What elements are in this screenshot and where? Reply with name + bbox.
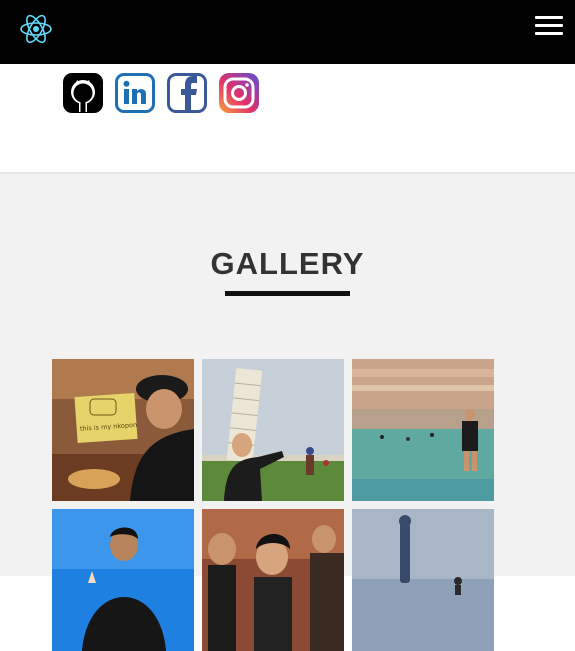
hamburger-menu-icon[interactable] (535, 14, 563, 36)
linkedin-icon[interactable] (114, 72, 156, 114)
gallery-section: GALLERY this is my nkopon (0, 174, 575, 651)
gallery-photo-sea[interactable] (352, 509, 494, 651)
gallery-title-underline (225, 291, 350, 296)
gallery-photo-pisa[interactable] (202, 359, 344, 501)
gallery-photo-sky[interactable] (52, 509, 194, 651)
gallery-title: GALLERY (210, 246, 365, 281)
github-icon[interactable] (62, 72, 104, 114)
react-logo-icon[interactable] (19, 12, 53, 46)
gallery-photo-beach[interactable] (352, 359, 494, 501)
gallery-photo-dinner[interactable] (202, 509, 344, 651)
top-navbar (0, 0, 575, 64)
gallery-photo-restaurant[interactable]: this is my nkopon (52, 359, 194, 501)
instagram-icon[interactable] (218, 72, 260, 114)
social-links (0, 64, 575, 172)
facebook-icon[interactable] (166, 72, 208, 114)
